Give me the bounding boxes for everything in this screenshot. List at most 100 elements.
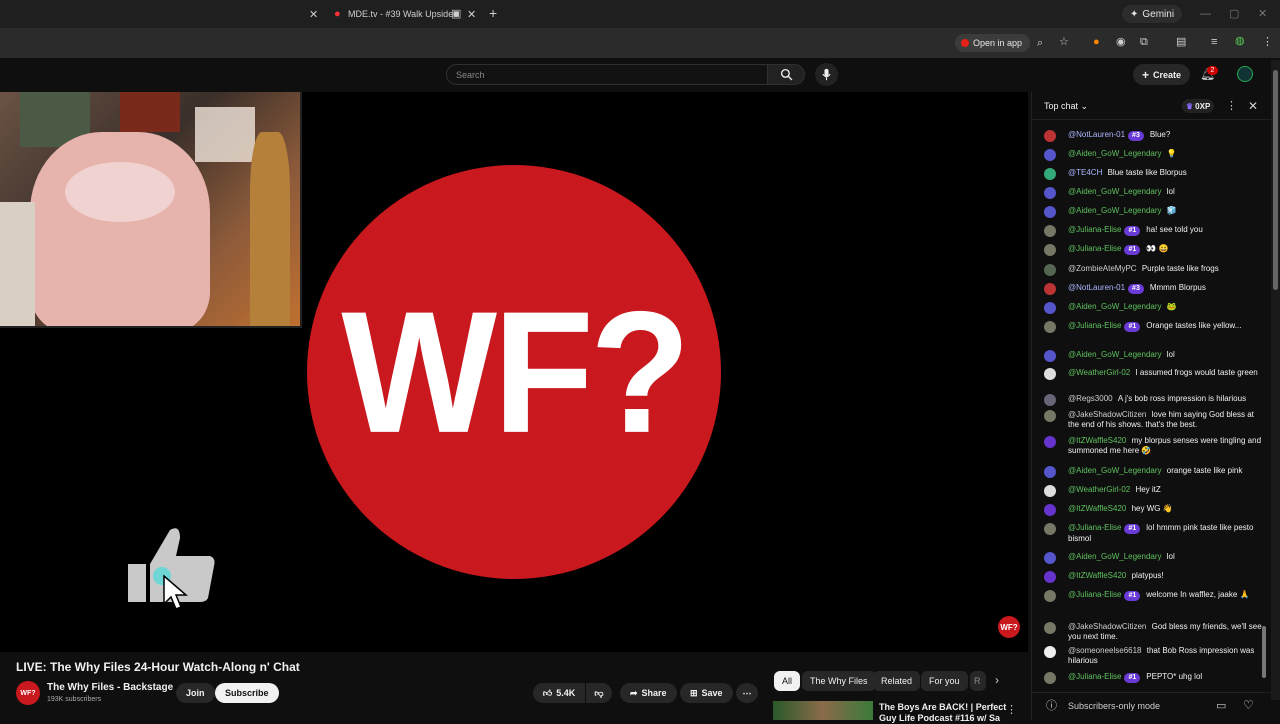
close-tab-icon[interactable]: ✕	[309, 9, 318, 21]
chat-author-name[interactable]: @Aiden_GoW_Legendary	[1068, 149, 1162, 158]
chat-author-name[interactable]: @NotLauren-01	[1068, 130, 1125, 139]
chat-author-avatar[interactable]	[1044, 672, 1056, 684]
minimize-icon[interactable]: —	[1200, 8, 1211, 20]
chat-author-avatar[interactable]	[1044, 149, 1056, 161]
chat-author-name[interactable]: @Regs3000	[1068, 394, 1113, 403]
tab-title[interactable]: MDE.tv - #39 Walk Upside	[348, 9, 453, 19]
chat-author-name[interactable]: @Juliana-Elise	[1068, 672, 1121, 681]
chat-author-name[interactable]: @Juliana-Elise	[1068, 523, 1121, 532]
chip-related[interactable]: Related	[873, 671, 921, 691]
chat-author-name[interactable]: @Aiden_GoW_Legendary	[1068, 302, 1162, 311]
chat-message[interactable]: @NotLauren-01 #3 Blue?	[1044, 130, 1264, 142]
chat-author-avatar[interactable]	[1044, 302, 1056, 314]
heart-icon[interactable]: ♡	[1243, 699, 1254, 711]
chat-message[interactable]: @JakeShadowCitizen love him saying God b…	[1044, 410, 1264, 430]
chat-author-name[interactable]: @WeatherGirl-02	[1068, 368, 1130, 377]
close-icon[interactable]: ✕	[1248, 100, 1258, 112]
profile-avatar-icon[interactable]: ◍	[1235, 35, 1245, 47]
chat-author-avatar[interactable]	[1044, 523, 1056, 535]
join-button[interactable]: Join	[176, 683, 215, 703]
chat-message[interactable]: @someoneelse6618 that Bob Ross impressio…	[1044, 646, 1264, 666]
more-actions-button[interactable]: ⋯	[736, 683, 758, 703]
chat-author-name[interactable]: @ItZWaffleS420	[1068, 436, 1126, 445]
chat-author-avatar[interactable]	[1044, 264, 1056, 276]
chat-author-name[interactable]: @Aiden_GoW_Legendary	[1068, 206, 1162, 215]
sidebar-icon[interactable]: ▤	[1176, 36, 1186, 48]
channel-avatar[interactable]: WF?	[16, 681, 40, 705]
chat-author-avatar[interactable]	[1044, 410, 1056, 422]
chip-for-you[interactable]: For you	[921, 671, 968, 691]
emoji-icon[interactable]: ▭	[1216, 700, 1226, 712]
search-input[interactable]: Search	[446, 64, 768, 85]
like-button[interactable]: 👍︎ 5.4K	[533, 683, 585, 703]
chat-author-avatar[interactable]	[1044, 622, 1056, 634]
more-vertical-icon[interactable]: ⋮	[1226, 100, 1237, 112]
video-player[interactable]: WF? WF?	[0, 92, 1028, 652]
chat-message[interactable]: @Aiden_GoW_Legendary orange taste like p…	[1044, 466, 1264, 478]
up-next-title[interactable]: The Boys Are BACK! | Perfect Guy Life Po…	[879, 702, 1006, 724]
chat-author-name[interactable]: @Juliana-Elise	[1068, 321, 1121, 330]
page-scrollbar-thumb[interactable]	[1273, 70, 1278, 290]
chat-author-avatar[interactable]	[1044, 225, 1056, 237]
chat-author-name[interactable]: @Aiden_GoW_Legendary	[1068, 350, 1162, 359]
create-button[interactable]: + Create	[1133, 64, 1191, 85]
chat-message[interactable]: @WeatherGirl-02 I assumed frogs would ta…	[1044, 368, 1264, 380]
chat-message[interactable]: @Aiden_GoW_Legendary lol	[1044, 552, 1264, 564]
close-window-icon[interactable]: ✕	[1258, 8, 1267, 20]
puzzle-icon[interactable]: ⧉	[1140, 36, 1148, 48]
voice-search-button[interactable]	[815, 63, 838, 86]
chat-author-avatar[interactable]	[1044, 485, 1056, 497]
chat-author-name[interactable]: @ItZWaffleS420	[1068, 504, 1126, 513]
chat-message[interactable]: @Juliana-Elise #1 PEPTO* uhg lol	[1044, 672, 1264, 684]
chat-author-name[interactable]: @JakeShadowCitizen	[1068, 410, 1146, 419]
chat-message[interactable]: @Aiden_GoW_Legendary lol	[1044, 350, 1264, 362]
chat-author-avatar[interactable]	[1044, 571, 1056, 583]
chip-partial[interactable]: R	[970, 671, 986, 691]
chat-author-avatar[interactable]	[1044, 394, 1056, 406]
chat-author-avatar[interactable]	[1044, 244, 1056, 256]
chat-author-avatar[interactable]	[1044, 283, 1056, 295]
chat-author-avatar[interactable]	[1044, 321, 1056, 333]
chat-author-name[interactable]: @Juliana-Elise	[1068, 590, 1121, 599]
chip-all[interactable]: All	[774, 671, 801, 691]
extension-icon[interactable]: ◉	[1116, 36, 1126, 48]
chat-author-name[interactable]: @TE4CH	[1068, 168, 1102, 177]
chat-message[interactable]: @TE4CH Blue taste like Blorpus	[1044, 168, 1264, 180]
chat-author-avatar[interactable]	[1044, 590, 1056, 602]
up-next-thumbnail[interactable]	[773, 701, 873, 720]
bookmark-star-icon[interactable]: ☆	[1059, 36, 1069, 48]
xp-badge[interactable]: ♛ 0XP	[1182, 99, 1215, 113]
downloads-icon[interactable]: ≡	[1211, 36, 1217, 48]
open-in-app-button[interactable]: Open in app	[955, 34, 1031, 52]
chat-message[interactable]: @Aiden_GoW_Legendary 🧊	[1044, 206, 1264, 218]
chat-author-avatar[interactable]	[1044, 436, 1056, 448]
more-menu-icon[interactable]: ⋮	[1262, 36, 1273, 48]
info-icon[interactable]: ⓘ	[1046, 700, 1057, 712]
chat-author-name[interactable]: @Aiden_GoW_Legendary	[1068, 187, 1162, 196]
chat-author-avatar[interactable]	[1044, 368, 1056, 380]
close-tab-icon[interactable]: ✕	[467, 9, 476, 21]
new-tab-icon[interactable]: +	[489, 6, 497, 20]
chat-message[interactable]: @ItZWaffleS420 my blorpus senses were ti…	[1044, 436, 1264, 456]
chat-message[interactable]: @WeatherGirl-02 Hey itZ	[1044, 485, 1264, 497]
more-vertical-icon[interactable]: ⋮	[1006, 704, 1017, 716]
share-button[interactable]: ➦ Share	[620, 683, 677, 703]
watermark-logo[interactable]: WF?	[998, 616, 1020, 638]
zoom-icon[interactable]: ⌕	[1037, 37, 1043, 49]
chat-author-avatar[interactable]	[1044, 350, 1056, 362]
chat-author-name[interactable]: @WeatherGirl-02	[1068, 485, 1130, 494]
chat-scrollbar[interactable]	[1262, 626, 1266, 678]
chat-message[interactable]: @Juliana-Elise #1 Orange tastes like yello…	[1044, 321, 1264, 333]
chat-message[interactable]: @ZombieAteMyPC Purple taste like frogs	[1044, 264, 1264, 276]
chat-message[interactable]: @Regs3000 A j's bob ross impression is h…	[1044, 394, 1264, 406]
chip-the-why-files[interactable]: The Why Files	[802, 671, 876, 691]
search-button[interactable]	[767, 64, 805, 85]
chat-message[interactable]: @Juliana-Elise #1 ha! see told you	[1044, 225, 1264, 237]
chat-author-name[interactable]: @NotLauren-01	[1068, 283, 1125, 292]
extension-icon[interactable]: ●	[1093, 36, 1100, 48]
chevron-right-icon[interactable]: ›	[995, 674, 999, 686]
chat-message[interactable]: @Juliana-Elise #1 👀 😄	[1044, 244, 1264, 256]
channel-name[interactable]: The Why Files - Backstage	[47, 682, 173, 693]
chat-author-name[interactable]: @Aiden_GoW_Legendary	[1068, 466, 1162, 475]
chat-message[interactable]: @NotLauren-01 #3 Mmmm Blorpus	[1044, 283, 1264, 295]
